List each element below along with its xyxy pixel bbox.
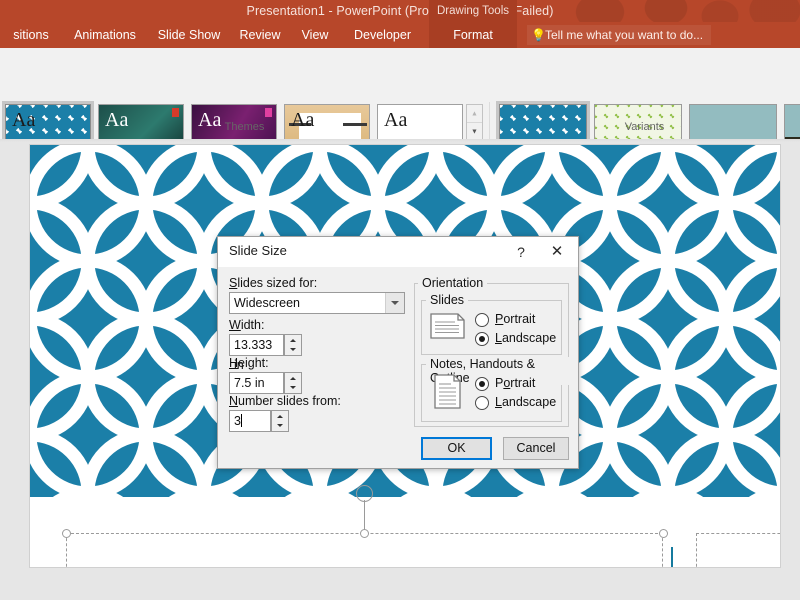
notes-portrait-label[interactable]: Portrait [495,376,535,390]
ribbon-tab-review[interactable]: Review [230,22,290,48]
ribbon-tab-strip: FormatDeveloperViewReviewSlide ShowAnima… [0,22,800,48]
width-stepper[interactable] [284,334,302,356]
width-input[interactable]: 13.333 in [229,334,284,356]
height-stepper[interactable] [284,372,302,394]
ok-button[interactable]: OK [421,437,492,460]
height-label: Height: [229,356,269,370]
dialog-title-bar: Slide Size ? ✕ [218,237,578,267]
title-placeholder[interactable] [66,533,663,568]
contextual-tab-group-label: Drawing Tools [429,0,517,22]
notes-portrait-radio[interactable] [475,377,489,391]
close-icon[interactable]: ✕ [542,241,572,263]
number-slides-from-label: Number slides from: [229,394,341,408]
accent-bar [671,547,673,568]
slides-landscape-label[interactable]: Landscape [495,331,556,345]
help-icon[interactable]: ? [510,241,532,263]
theme-corner-marker [265,108,272,117]
ribbon-tab-animations[interactable]: Animations [62,22,148,48]
resize-handle-top-right[interactable] [659,529,668,538]
theme-corner-marker [172,108,179,117]
slides-sized-for-label: Slides sized for: [229,276,317,290]
ribbon-tab-view[interactable]: View [290,22,340,48]
dialog-title: Slide Size [229,243,287,258]
document-portrait-icon [434,373,462,411]
width-stepper-down[interactable] [285,345,301,355]
slides-sized-for-value: Widescreen [234,294,300,313]
rotation-handle-stem [364,500,365,531]
tell-me-search[interactable]: 💡Tell me what you want to do... [527,25,711,45]
title-bar: Presentation1 - PowerPoint (Product Acti… [0,0,800,22]
height-stepper-down[interactable] [285,383,301,393]
resize-handle-top-left[interactable] [62,529,71,538]
ribbon-tab-slide-show[interactable]: Slide Show [148,22,230,48]
tell-me-label: Tell me what you want to do... [545,28,703,42]
document-landscape-icon [430,311,466,341]
slide-size-dialog[interactable]: Slide Size ? ✕ Slides sized for: Widescr… [217,236,579,469]
chevron-down-icon[interactable] [385,293,404,313]
width-label: Width: [229,318,264,332]
content-placeholder[interactable] [696,533,781,568]
number-slides-stepper-down[interactable] [272,421,288,431]
orientation-group-caption: Orientation [418,276,487,290]
slides-portrait-radio[interactable] [475,313,489,327]
slides-landscape-radio[interactable] [475,332,489,346]
resize-handle-top-center[interactable] [360,529,369,538]
ribbon-tab-developer[interactable]: Developer [340,22,425,48]
number-slides-from-stepper[interactable] [271,410,289,432]
lightbulb-icon: 💡 [531,25,545,45]
ribbon-group-label-variants: Variants [489,120,800,134]
height-stepper-up[interactable] [285,373,301,383]
width-stepper-up[interactable] [285,335,301,345]
notes-landscape-label[interactable]: Landscape [495,395,556,409]
number-slides-stepper-up[interactable] [272,411,288,421]
slides-portrait-label[interactable]: Portrait [495,312,535,326]
slides-orientation-caption: Slides [426,293,468,307]
ribbon-tab-sitions[interactable]: sitions [0,22,62,48]
number-slides-from-input[interactable]: 3 [229,410,271,432]
height-input[interactable]: 7.5 in [229,372,284,394]
text-caret [241,414,242,427]
window-title: Presentation1 - PowerPoint (Product Acti… [0,0,800,22]
ribbon-group-label-themes: Themes [0,120,489,134]
cancel-button[interactable]: Cancel [503,437,569,460]
notes-landscape-radio[interactable] [475,396,489,410]
slides-sized-for-combobox[interactable]: Widescreen [229,292,405,314]
ribbon-tab-format[interactable]: Format [429,22,517,48]
rotation-handle[interactable] [356,485,373,502]
